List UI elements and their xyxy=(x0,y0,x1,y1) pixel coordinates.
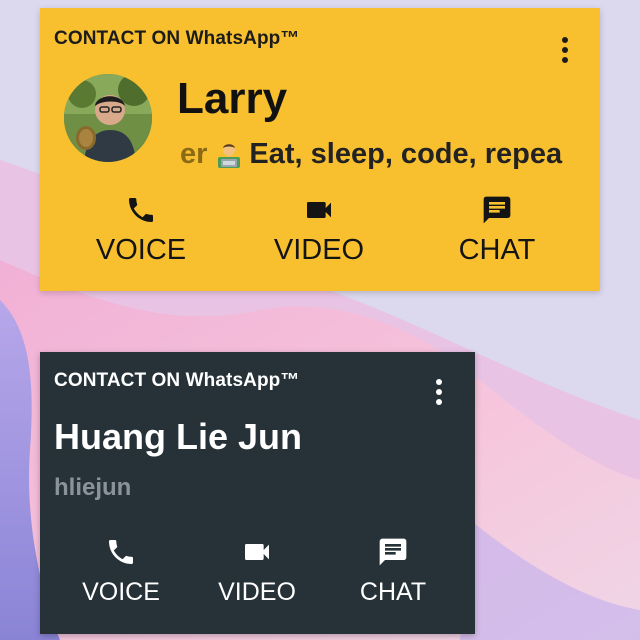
status-lead-fragment: er xyxy=(180,138,208,170)
voice-label: VOICE xyxy=(82,578,160,606)
video-camera-icon xyxy=(307,202,331,218)
contact-name: Larry xyxy=(177,74,288,123)
contact-widget-larry[interactable]: CONTACT ON WhatsApp™ Larry er Eat, sleep… xyxy=(40,8,600,291)
widget-header: CONTACT ON WhatsApp™ xyxy=(54,370,300,391)
video-call-button[interactable]: VIDEO xyxy=(254,194,384,267)
chat-label: CHAT xyxy=(359,578,427,606)
video-call-button[interactable]: VIDEO xyxy=(202,536,312,607)
video-camera-icon xyxy=(245,544,269,560)
more-options-icon[interactable] xyxy=(434,376,444,408)
video-label: VIDEO xyxy=(273,234,365,266)
widget-header: CONTACT ON WhatsApp™ xyxy=(54,28,300,49)
voice-call-button[interactable]: VOICE xyxy=(76,194,206,267)
chat-button[interactable]: CHAT xyxy=(338,536,448,607)
chat-label: CHAT xyxy=(458,234,536,266)
contact-widget-huang-lie-jun[interactable]: CONTACT ON WhatsApp™ Huang Lie Jun hliej… xyxy=(40,352,475,634)
chat-bubble-icon xyxy=(379,538,407,566)
status-text: er Eat, sleep, code, repea xyxy=(180,136,584,172)
avatar xyxy=(64,74,152,162)
video-label: VIDEO xyxy=(218,578,296,606)
technologist-emoji-icon xyxy=(215,141,243,169)
more-options-icon[interactable] xyxy=(560,34,570,66)
phone-icon xyxy=(129,198,153,222)
chat-bubble-icon xyxy=(483,196,511,224)
status-main-text: Eat, sleep, code, repea xyxy=(249,138,563,170)
contact-name: Huang Lie Jun xyxy=(54,416,303,457)
contact-username: hliejun xyxy=(54,474,132,501)
chat-button[interactable]: CHAT xyxy=(432,194,562,267)
phone-icon xyxy=(109,540,133,564)
voice-call-button[interactable]: VOICE xyxy=(66,536,176,607)
voice-label: VOICE xyxy=(95,234,187,266)
